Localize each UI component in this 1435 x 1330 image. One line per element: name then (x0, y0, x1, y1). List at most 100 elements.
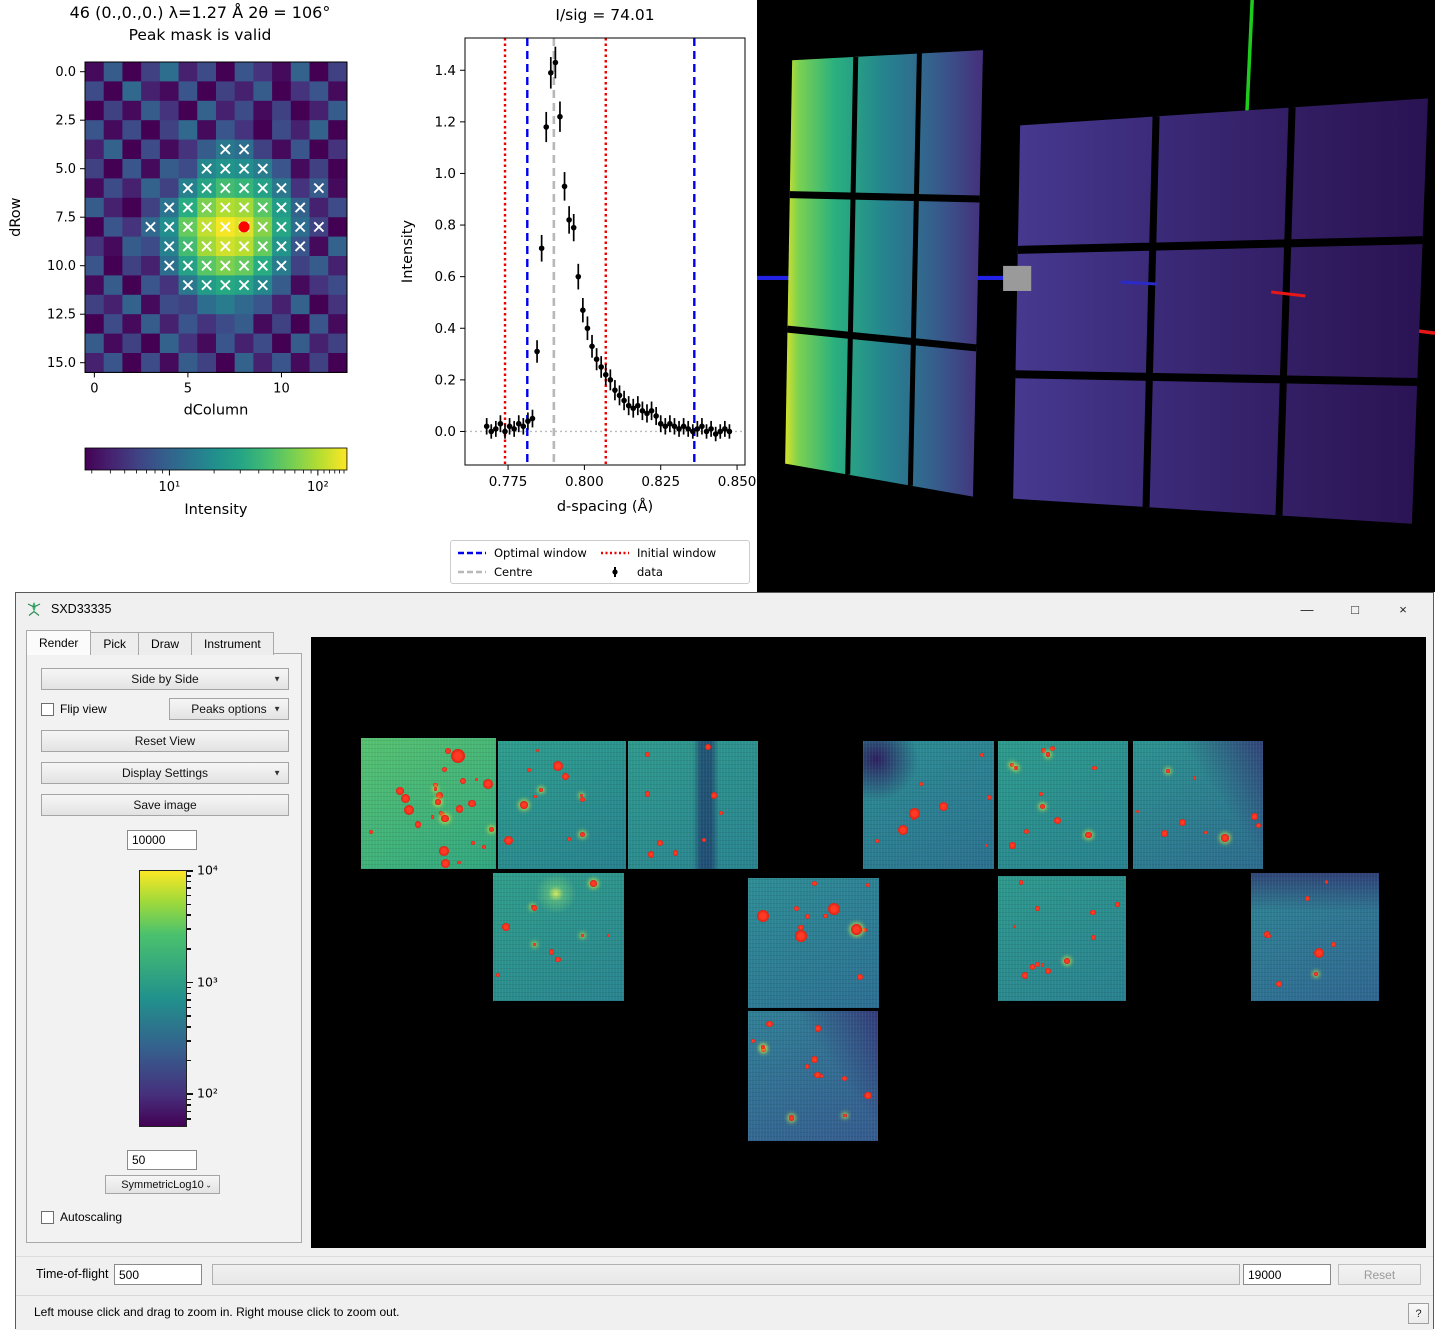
tab-draw[interactable]: Draw (138, 632, 192, 655)
peak-dot (1014, 766, 1018, 770)
peaks-options-value: Peaks options (191, 702, 266, 716)
close-button[interactable]: × (1379, 593, 1427, 625)
peak-dot (1092, 766, 1096, 770)
red-dotted-line-sample (600, 548, 630, 558)
title-bar[interactable]: SXD33335 — □ × (16, 593, 1433, 625)
peak-dot (1115, 902, 1119, 906)
save-image-button[interactable]: Save image (41, 794, 289, 816)
tof-max-input[interactable] (1243, 1264, 1331, 1285)
peak-dot (471, 841, 475, 845)
tab-instrument[interactable]: Instrument (191, 632, 274, 655)
minimize-button[interactable]: — (1283, 593, 1331, 625)
peak-dot (1256, 823, 1261, 828)
scale-type-combo[interactable]: SymmetricLog10 ⌄ (105, 1175, 220, 1194)
peak-dot (527, 768, 531, 772)
dspacing-profile-figure: 0.7750.8000.8250.8500.00.20.40.60.81.01.… (390, 0, 757, 590)
legend-label: Optimal window (494, 546, 587, 560)
peak-dot (404, 805, 415, 816)
analysis-figures: 05100.02.55.07.510.012.515.0dColumndRow4… (0, 0, 1435, 592)
colorbar-min-input[interactable] (127, 1150, 197, 1170)
peak-dot (553, 761, 563, 771)
peak-dot (1314, 948, 1325, 959)
reset-view-button[interactable]: Reset View (41, 730, 289, 752)
svg-text:15.0: 15.0 (47, 356, 76, 371)
instrument-3d-svg[interactable] (757, 0, 1435, 592)
flip-view-checkbox[interactable] (41, 703, 54, 716)
peak-dot (445, 748, 451, 754)
tof-slider[interactable] (212, 1264, 1240, 1285)
peak-dot (1050, 746, 1056, 752)
detector-panel-1[interactable] (361, 738, 496, 869)
chevron-down-icon: ⌄ (205, 1180, 212, 1189)
tab-pick[interactable]: Pick (90, 632, 139, 655)
peak-heatmap-svg: 05100.02.55.07.510.012.515.0dColumndRow4… (0, 0, 390, 590)
display-settings-value: Display Settings (122, 766, 208, 780)
colorbar-tick-label: 10³ (197, 974, 218, 989)
peak-dot (482, 845, 487, 850)
peak-dot (457, 861, 460, 864)
tof-reset-button[interactable]: Reset (1338, 1264, 1421, 1285)
detector-panel-6[interactable] (1133, 741, 1263, 869)
svg-text:2.5: 2.5 (55, 114, 76, 129)
colorbar-max-input[interactable] (127, 830, 197, 850)
colorbar[interactable] (139, 870, 187, 1127)
peak-dot (539, 788, 543, 792)
detector-panel-2[interactable] (498, 741, 626, 869)
tof-min-input[interactable] (114, 1264, 202, 1285)
peak-dot (441, 859, 450, 868)
help-button[interactable]: ? (1408, 1303, 1429, 1324)
instrument-3d-view[interactable] (757, 0, 1435, 592)
detector-view[interactable] (311, 637, 1426, 1248)
autoscaling-checkbox[interactable] (41, 1211, 54, 1224)
window-title: SXD33335 (51, 602, 111, 616)
detector-panel-5[interactable] (998, 741, 1128, 869)
detector-panel-8[interactable] (748, 878, 879, 1008)
svg-text:46 (0.,0.,0.) λ=1.27 Å 2θ = 10: 46 (0.,0.,0.) λ=1.27 Å 2θ = 106° (70, 3, 331, 22)
display-settings-combo[interactable]: Display Settings ▼ (41, 762, 289, 784)
flip-view-label: Flip view (60, 702, 107, 716)
peak-dot (648, 851, 654, 857)
peak-dot (1266, 934, 1270, 938)
render-tab-pane: Side by Side ▼ Flip view Peaks options ▼… (26, 653, 302, 1243)
tab-render[interactable]: Render (26, 630, 91, 655)
app-icon (25, 601, 43, 617)
detector-panel-7[interactable] (493, 873, 624, 1001)
peak-dot (1040, 804, 1045, 809)
layout-combo[interactable]: Side by Side ▼ (41, 668, 289, 690)
svg-text:0.8: 0.8 (435, 218, 456, 234)
peak-dot (795, 930, 807, 942)
dspacing-plot-svg: 0.7750.8000.8250.8500.00.20.40.60.81.01.… (390, 0, 757, 590)
colorbar-minor-tick (187, 904, 191, 906)
colorbar-minor-tick (187, 1111, 191, 1113)
detector-panel-11[interactable] (748, 1011, 878, 1141)
scale-type-value: SymmetricLog10 (121, 1179, 204, 1191)
detector-panel-10[interactable] (1251, 873, 1379, 1001)
svg-text:Intensity: Intensity (400, 220, 416, 284)
peak-dot (898, 825, 908, 835)
detector-panel-3[interactable] (628, 741, 758, 869)
colorbar-minor-tick (187, 999, 191, 1001)
peak-dot (757, 910, 769, 922)
chevron-down-icon: ▼ (273, 769, 281, 778)
peak-dot (657, 840, 663, 846)
maximize-button[interactable]: □ (1331, 593, 1379, 625)
svg-text:1.0: 1.0 (435, 166, 456, 182)
peak-dot (1085, 832, 1092, 839)
peak-dot (1046, 752, 1051, 757)
legend-label: data (637, 565, 663, 579)
peaks-options-combo[interactable]: Peaks options ▼ (169, 698, 289, 720)
svg-text:0.825: 0.825 (641, 474, 680, 490)
svg-text:Intensity: Intensity (184, 502, 248, 518)
flip-view-row: Flip view (41, 702, 107, 716)
peak-dot (415, 821, 421, 827)
detector-panel-4[interactable] (863, 741, 994, 869)
peak-dot (533, 943, 537, 947)
peak-dot (939, 802, 948, 811)
autoscaling-row: Autoscaling (41, 1210, 122, 1224)
peak-dot (761, 1045, 765, 1049)
svg-text:0.4: 0.4 (435, 321, 456, 337)
svg-text:10: 10 (273, 381, 290, 396)
data-marker-sample (600, 566, 630, 578)
beam-axis-blue-segment (1121, 282, 1157, 284)
detector-panel-9[interactable] (998, 876, 1126, 1001)
